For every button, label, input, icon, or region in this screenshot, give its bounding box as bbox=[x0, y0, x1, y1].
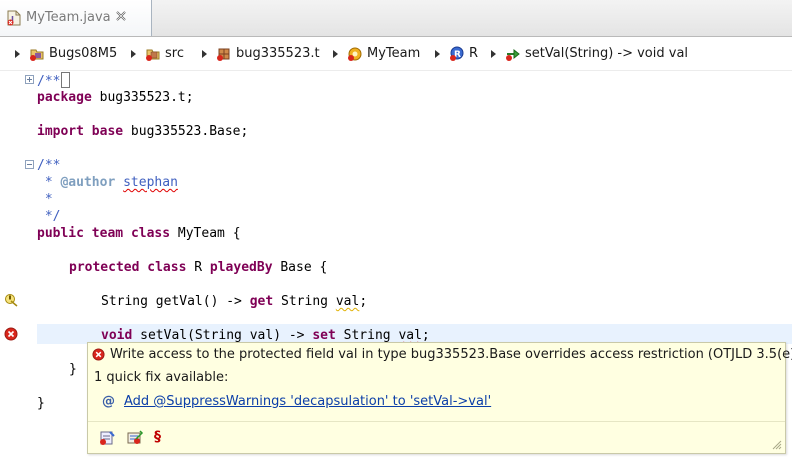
breadcrumb-item-project[interactable]: Bugs08M5 bbox=[15, 37, 117, 70]
code-line: /** bbox=[37, 72, 71, 89]
otjld-paragraph-icon[interactable]: § bbox=[154, 429, 172, 447]
tab-title: MyTeam.java bbox=[26, 10, 111, 25]
chevron-right-icon bbox=[435, 49, 440, 58]
chevron-right-icon bbox=[491, 49, 496, 58]
chevron-right-icon bbox=[15, 49, 20, 58]
project-icon bbox=[30, 49, 44, 61]
breadcrumb-item-callout[interactable]: setVal(String) -> void val bbox=[491, 37, 688, 70]
warning-marker-icon[interactable] bbox=[4, 293, 18, 307]
error-icon bbox=[92, 348, 105, 361]
breadcrumb-item-role-r[interactable]: R R bbox=[435, 37, 478, 70]
configure-compiler-icon[interactable] bbox=[126, 429, 144, 447]
team-class-icon bbox=[348, 47, 362, 61]
role-class-icon: R bbox=[450, 46, 464, 61]
vertical-ruler bbox=[0, 71, 22, 458]
code-line: package bug335523.t; bbox=[37, 90, 194, 105]
package-icon bbox=[217, 48, 230, 61]
source-folder-icon bbox=[146, 49, 160, 61]
close-icon[interactable] bbox=[114, 9, 128, 23]
popup-divider bbox=[88, 421, 785, 422]
code-line: protected class R playedBy Base { bbox=[69, 260, 328, 275]
callout-binding-icon bbox=[506, 48, 520, 61]
code-line: String getVal() -> get String val; bbox=[101, 294, 368, 309]
fold-collapse-icon[interactable] bbox=[25, 160, 34, 169]
code-line: /** bbox=[37, 158, 61, 173]
code-line: } bbox=[69, 362, 77, 377]
breadcrumb: Bugs08M5 src bug335523.t MyTeam R R setV… bbox=[0, 37, 792, 71]
configure-problem-severity-icon[interactable] bbox=[98, 429, 116, 447]
chevron-right-icon bbox=[333, 49, 338, 58]
chevron-right-icon bbox=[131, 49, 136, 58]
code-line: import base bug335523.Base; bbox=[37, 124, 249, 139]
breadcrumb-item-src[interactable]: src bbox=[131, 37, 184, 70]
tab-myteam-java[interactable]: J MyTeam.java bbox=[0, 0, 152, 36]
problem-message: Write access to the protected field val … bbox=[92, 347, 792, 362]
annotation-icon: @ bbox=[102, 394, 115, 409]
java-file-error-icon: J bbox=[7, 10, 21, 26]
code-line: } bbox=[37, 396, 45, 411]
chevron-right-icon bbox=[202, 49, 207, 58]
code-line: public team class MyTeam { bbox=[37, 226, 241, 241]
error-marker-icon[interactable] bbox=[4, 327, 18, 341]
fold-expand-icon[interactable] bbox=[25, 75, 34, 84]
quick-fix-count: 1 quick fix available: bbox=[94, 370, 229, 385]
code-line: * @author stephan bbox=[37, 175, 178, 190]
quick-fix-hover-popup: Write access to the protected field val … bbox=[87, 342, 792, 454]
code-line: */ bbox=[37, 209, 61, 224]
breadcrumb-item-package[interactable]: bug335523.t bbox=[202, 37, 320, 70]
breadcrumb-item-myteam[interactable]: MyTeam bbox=[333, 37, 420, 70]
popup-toolbar: § bbox=[98, 429, 182, 447]
code-line: * bbox=[37, 192, 53, 207]
resize-grip-icon[interactable] bbox=[770, 438, 782, 450]
quick-fix-link[interactable]: Add @SuppressWarnings 'decapsulation' to… bbox=[124, 394, 491, 409]
quick-fix-item[interactable]: @ Add @SuppressWarnings 'decapsulation' … bbox=[102, 394, 491, 409]
editor-tab-bar: J MyTeam.java bbox=[0, 0, 792, 37]
